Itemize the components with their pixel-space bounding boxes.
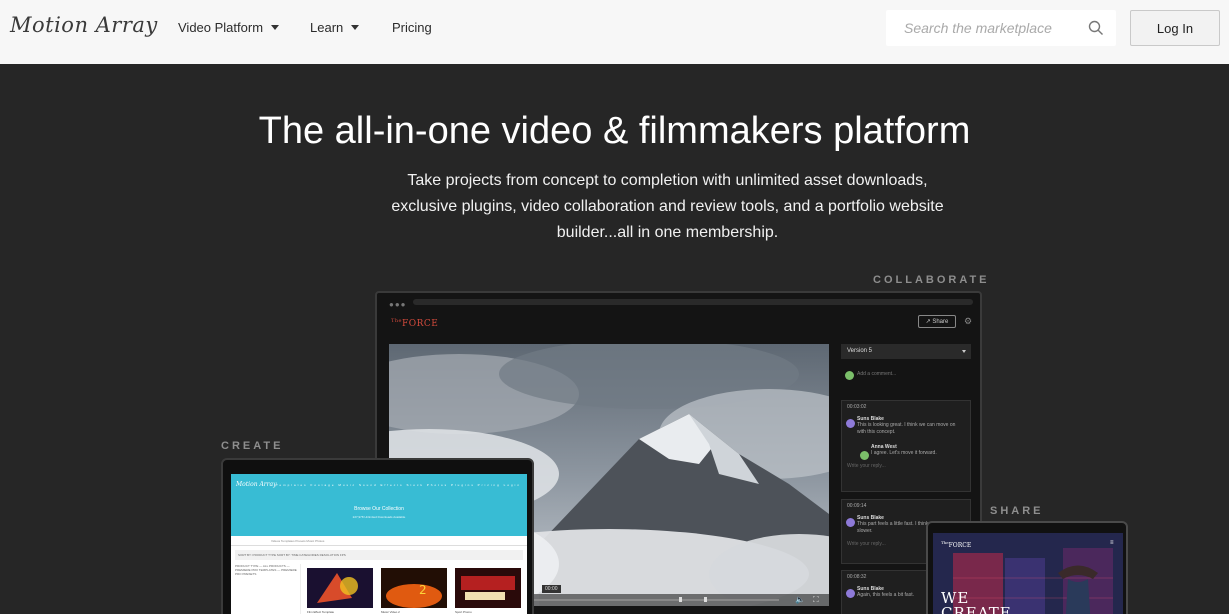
reply-hint: Write your reply...	[847, 463, 886, 469]
login-button[interactable]: Log In	[1130, 10, 1220, 46]
timecode-badge: 00:00	[542, 585, 561, 593]
motion-array-logo[interactable]: Motion Array	[10, 13, 158, 37]
product-thumbnail: 2	[381, 568, 447, 608]
create-label: CREATE	[221, 440, 284, 452]
avatar	[860, 451, 869, 460]
gear-icon: ⚙	[964, 316, 973, 326]
avatar	[846, 419, 855, 428]
nav-pricing-label: Pricing	[392, 20, 432, 35]
nav-learn-label: Learn	[310, 20, 344, 35]
nav-learn[interactable]: Learn	[310, 20, 360, 35]
version-select: Version 5	[841, 344, 971, 359]
nav-pricing[interactable]: Pricing	[392, 20, 432, 35]
browser-url-bar	[413, 299, 973, 305]
marketplace-nav: Motion Array Templates Footage Music Sou…	[231, 474, 527, 496]
hero-subtitle: Take projects from concept to completion…	[391, 172, 944, 241]
product-caption: Music Video 2	[381, 610, 400, 614]
svg-text:2: 2	[419, 583, 427, 597]
comment-card: 00:03:02 Suns Blake This is looking grea…	[841, 400, 971, 492]
avatar	[846, 589, 855, 598]
filter-bar: SORT BY: PRODUCT TYPE SORT BY: TIME CATE…	[235, 550, 523, 560]
share-tablet-mockup: TheFORCE ≡ WE CREATE	[926, 521, 1128, 614]
comment-text: This is looking great. I think we can mo…	[857, 422, 956, 435]
volume-icon: 🔈	[795, 595, 805, 604]
share-headline: WE CREATE	[941, 589, 1012, 614]
product-caption: Sport Promo	[455, 610, 472, 614]
collab-share-button: ↗ Share	[918, 315, 956, 328]
browse-subheading: 227,978 Unlimited Downloads Available	[352, 515, 406, 519]
create-laptop-mockup: Motion Array Templates Footage Music Sou…	[221, 458, 534, 614]
top-nav: Motion Array Video Platform Learn Pricin…	[0, 0, 1229, 64]
laptop-screen: Motion Array Templates Footage Music Sou…	[231, 474, 527, 614]
laptop-nav-links: Templates Footage Music Sound Effects St…	[276, 483, 521, 487]
avatar	[846, 518, 855, 527]
hero-title: The all-in-one video & filmmakers platfo…	[258, 110, 971, 152]
product-thumbnail	[307, 568, 373, 608]
fullscreen-icon: ⛶	[813, 595, 819, 604]
laptop-logo: Motion Array	[236, 481, 277, 488]
collab-brand: TheFORCE	[391, 318, 439, 329]
search-icon[interactable]	[1088, 20, 1104, 36]
collaborate-label: COLLABORATE	[873, 274, 990, 286]
comment-marker	[679, 597, 682, 602]
add-comment-field: Add a comment...	[857, 371, 897, 377]
browse-heading: Browse Our Collection	[354, 506, 404, 512]
nav-video-platform[interactable]: Video Platform	[178, 20, 280, 35]
chevron-down-icon	[351, 25, 360, 30]
filter-sidebar: PRODUCT TYPE — ALL PRODUCTS — PREMIERE P…	[235, 564, 301, 614]
share-label: SHARE	[990, 505, 1044, 517]
product-thumbnail	[455, 568, 521, 608]
category-tabs: Videos Templates Presets Music Photos	[231, 536, 527, 546]
search-input[interactable]	[886, 10, 1066, 46]
comment-time: 00:03:02	[847, 404, 867, 410]
chevron-down-icon	[271, 25, 280, 30]
search-box	[886, 10, 1116, 46]
window-dots-icon: ●●●	[389, 300, 407, 309]
nav-video-platform-label: Video Platform	[178, 20, 264, 35]
hamburger-menu-icon: ≡	[1110, 540, 1114, 546]
comment-time: 00:09:14	[847, 503, 867, 509]
share-brand: TheFORCE	[941, 540, 972, 549]
comment-marker	[704, 597, 707, 602]
browse-hero: Browse Our Collection 227,978 Unlimited …	[231, 496, 527, 536]
product-caption: Film Effect Template	[307, 610, 335, 614]
